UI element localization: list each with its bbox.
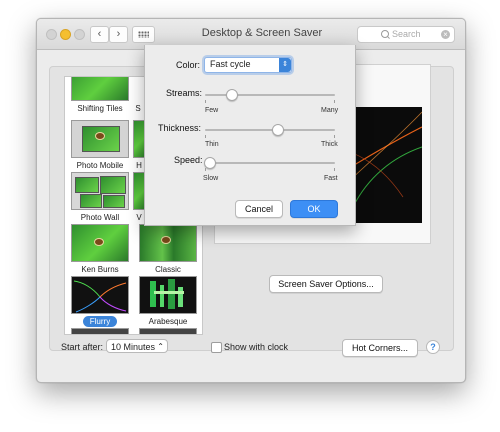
flurry-thumbnail: [71, 276, 129, 314]
window-title: Desktop & Screen Saver: [201, 27, 323, 39]
hot-corners-button[interactable]: Hot Corners...: [342, 339, 418, 357]
updown-chevron-icon: ⇕: [279, 58, 291, 72]
color-value: Fast cycle: [210, 59, 251, 69]
slider-knob[interactable]: [271, 124, 284, 136]
thickness-max-label: Thick: [321, 141, 338, 148]
thickness-min-label: Thin: [205, 141, 219, 148]
forward-button[interactable]: ›: [109, 26, 128, 43]
grid-icon: [138, 31, 149, 38]
arabesque-thumbnail: [139, 276, 197, 314]
show-all-button[interactable]: [132, 26, 155, 43]
list-item[interactable]: [65, 328, 135, 334]
saver-thumbnail: [139, 328, 197, 334]
speed-max-label: Fast: [324, 175, 338, 182]
thickness-label: Thickness:: [158, 123, 202, 133]
slider-knob[interactable]: [226, 89, 238, 101]
color-select[interactable]: Fast cycle ⇕: [204, 57, 292, 73]
list-item[interactable]: Classic: [133, 224, 202, 274]
show-with-clock-checkbox[interactable]: [211, 342, 222, 353]
speed-min-label: Slow: [203, 175, 219, 182]
list-item[interactable]: [133, 328, 202, 334]
photo-mobile-thumbnail: [71, 120, 129, 158]
list-item[interactable]: S: [133, 77, 143, 113]
zoom-window-button[interactable]: [74, 29, 85, 40]
show-with-clock-label: Show with clock: [224, 342, 289, 352]
classic-thumbnail: [139, 224, 197, 262]
help-button[interactable]: ?: [426, 340, 440, 354]
clear-search-icon[interactable]: ×: [441, 30, 450, 39]
list-item[interactable]: Flurry: [65, 276, 135, 327]
streams-min-label: Few: [205, 107, 219, 114]
saver-label: Arabesque: [148, 317, 188, 326]
speed-label: Speed:: [174, 155, 203, 165]
streams-max-label: Many: [321, 107, 339, 114]
saver-label: S: [135, 104, 141, 113]
speed-slider[interactable]: [203, 157, 335, 171]
streams-slider[interactable]: [205, 89, 335, 103]
start-after-select[interactable]: 10 Minutes ⌃: [106, 339, 168, 353]
ok-button[interactable]: OK: [290, 200, 338, 218]
search-placeholder: Search: [392, 29, 421, 39]
list-item[interactable]: Photo Mobile: [65, 120, 135, 170]
saver-thumbnail: [71, 328, 129, 334]
thickness-slider[interactable]: [205, 124, 335, 138]
saver-label: Photo Wall: [80, 213, 120, 222]
close-window-button[interactable]: [46, 29, 57, 40]
minimize-window-button[interactable]: [60, 29, 71, 40]
screen-saver-options-button[interactable]: Screen Saver Options...: [269, 275, 383, 293]
color-label: Color:: [176, 60, 201, 70]
saver-label-selected: Flurry: [82, 316, 118, 327]
list-item[interactable]: Shifting Tiles: [65, 77, 135, 113]
ken-burns-thumbnail: [71, 224, 129, 262]
list-item[interactable]: Arabesque: [133, 276, 202, 326]
back-button[interactable]: ‹: [90, 26, 109, 43]
photo-wall-thumbnail: [71, 172, 129, 210]
search-icon: [381, 30, 389, 38]
start-after-label: Start after:: [61, 342, 104, 352]
list-item[interactable]: Ken Burns: [65, 224, 135, 274]
list-item[interactable]: Photo Wall: [65, 172, 135, 222]
shifting-tiles-thumbnail: [71, 77, 129, 101]
saver-label: Shifting Tiles: [77, 104, 123, 113]
search-input[interactable]: Search ×: [357, 26, 455, 43]
start-after-value: 10 Minutes: [111, 342, 156, 352]
updown-chevron-icon: ⌃: [157, 342, 164, 351]
saver-label: Photo Mobile: [76, 161, 124, 170]
streams-label: Streams:: [166, 88, 203, 98]
saver-label: Classic: [155, 265, 181, 274]
saver-label: Ken Burns: [81, 265, 119, 274]
cancel-button[interactable]: Cancel: [235, 200, 283, 218]
